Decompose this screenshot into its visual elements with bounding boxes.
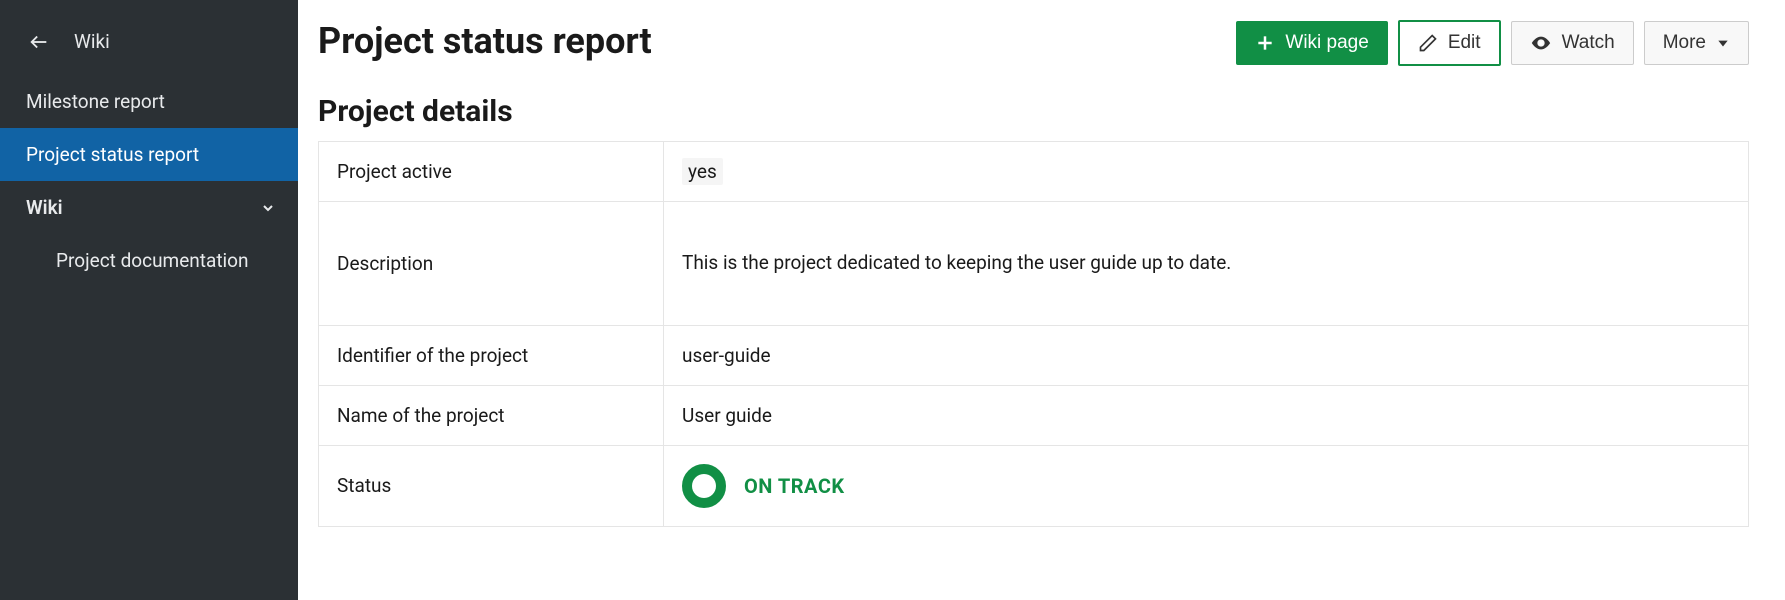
table-row: Description This is the project dedicate… (319, 202, 1749, 326)
detail-value-text: yes (682, 158, 723, 185)
sidebar-item-wiki[interactable]: Wiki (0, 181, 298, 234)
status-indicator-icon (682, 464, 726, 508)
edit-button[interactable]: Edit (1398, 20, 1501, 66)
page-title: Project status report (318, 20, 652, 62)
sidebar-header: Wiki (0, 20, 298, 75)
sidebar-item-milestone-report[interactable]: Milestone report (0, 75, 298, 128)
table-row: Identifier of the project user-guide (319, 325, 1749, 385)
table-row: Status ON TRACK (319, 445, 1749, 526)
table-row: Project active yes (319, 142, 1749, 202)
eye-icon (1530, 32, 1552, 54)
plus-icon (1255, 33, 1275, 53)
detail-value: ON TRACK (664, 445, 1749, 526)
detail-value: yes (664, 142, 1749, 202)
detail-label: Project active (319, 142, 664, 202)
sidebar-item-project-status-report[interactable]: Project status report (0, 128, 298, 181)
button-label: More (1663, 32, 1706, 54)
button-label: Watch (1562, 32, 1615, 54)
main-content: Project status report Wiki page Edit Wat… (298, 0, 1785, 600)
action-bar: Wiki page Edit Watch More (1236, 20, 1749, 66)
button-label: Wiki page (1285, 32, 1368, 54)
detail-label: Name of the project (319, 385, 664, 445)
sidebar: Wiki Milestone report Project status rep… (0, 0, 298, 600)
detail-label: Description (319, 202, 664, 326)
detail-label: Identifier of the project (319, 325, 664, 385)
wiki-page-button[interactable]: Wiki page (1236, 21, 1387, 65)
sidebar-item-label: Project status report (26, 143, 199, 166)
caret-down-icon (1716, 36, 1730, 50)
detail-value: This is the project dedicated to keeping… (664, 202, 1749, 326)
sidebar-title: Wiki (74, 30, 110, 53)
watch-button[interactable]: Watch (1511, 21, 1634, 65)
sidebar-item-label: Wiki (26, 196, 63, 219)
more-button[interactable]: More (1644, 21, 1749, 65)
table-row: Name of the project User guide (319, 385, 1749, 445)
detail-value-text: This is the project dedicated to keeping… (682, 251, 1231, 274)
button-label: Edit (1448, 32, 1481, 54)
sidebar-item-label: Milestone report (26, 90, 165, 113)
detail-value: user-guide (664, 325, 1749, 385)
chevron-down-icon (260, 200, 276, 216)
section-title: Project details (318, 94, 1749, 129)
sidebar-item-label: Project documentation (56, 249, 249, 272)
sidebar-subitem-project-documentation[interactable]: Project documentation (0, 234, 298, 287)
project-details-table: Project active yes Description This is t… (318, 141, 1749, 527)
detail-label: Status (319, 445, 664, 526)
pencil-icon (1418, 33, 1438, 53)
topbar: Project status report Wiki page Edit Wat… (318, 20, 1749, 66)
status-text: ON TRACK (744, 474, 845, 498)
detail-value: User guide (664, 385, 1749, 445)
back-arrow-icon[interactable] (28, 31, 50, 53)
